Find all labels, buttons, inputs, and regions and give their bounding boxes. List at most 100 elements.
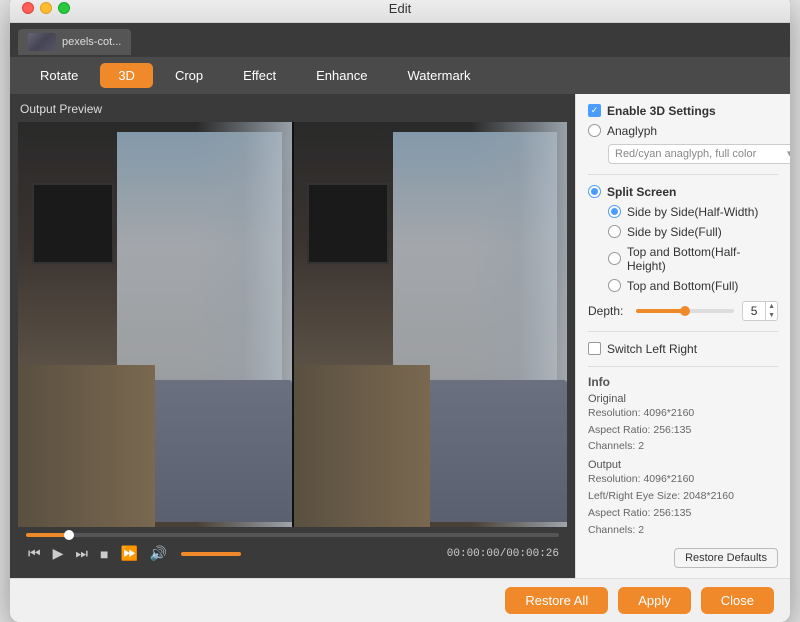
depth-increment[interactable]: ▲ (766, 302, 777, 311)
depth-row: Depth: 5 ▲ ▼ (588, 301, 778, 321)
enable-3d-label: Enable 3D Settings (607, 104, 716, 118)
next-frame-button[interactable]: ⏩ (118, 543, 139, 564)
preview-frame-right (294, 122, 568, 528)
split-screen-label: Split Screen (607, 185, 676, 199)
top-bottom-half-row: Top and Bottom(Half-Height) (608, 245, 778, 273)
title-bar: Edit (10, 0, 790, 23)
video-preview-area (18, 122, 567, 528)
split-screen-preview (18, 122, 567, 528)
depth-spinner: ▲ ▼ (765, 302, 777, 320)
info-section: Info Original Resolution: 4096*2160 Aspe… (588, 366, 778, 539)
enable-3d-checkbox[interactable] (588, 104, 601, 117)
file-tab[interactable]: pexels-cot... (18, 29, 131, 55)
preview-label: Output Preview (18, 102, 567, 116)
depth-value: 5 (743, 302, 765, 320)
main-content: Output Preview (10, 94, 790, 579)
anaglyph-label: Anaglyph (607, 124, 657, 138)
tv-right (307, 183, 389, 264)
side-by-side-half-row: Side by Side(Half-Width) (608, 205, 778, 219)
original-aspect: Aspect Ratio: 256:135 (588, 422, 778, 439)
window-title: Edit (389, 1, 411, 16)
file-tab-label: pexels-cot... (62, 36, 121, 48)
side-by-side-half-label: Side by Side(Half-Width) (627, 205, 758, 219)
volume-icon[interactable]: 🔊 (148, 543, 169, 564)
tv-left (32, 183, 114, 264)
depth-decrement[interactable]: ▼ (766, 311, 777, 320)
settings-panel: Enable 3D Settings Anaglyph Red/cyan ana… (575, 94, 790, 579)
volume-slider[interactable] (181, 552, 241, 556)
output-aspect: Aspect Ratio: 256:135 (588, 505, 778, 522)
bottom-bar: Restore All Apply Close (10, 578, 790, 622)
anaglyph-radio[interactable] (588, 124, 601, 137)
minimize-button[interactable] (40, 2, 52, 14)
side-by-side-half-radio[interactable] (608, 205, 621, 218)
switch-left-right-checkbox[interactable] (588, 342, 601, 355)
skip-back-button[interactable]: ⏮ (26, 543, 43, 564)
side-by-side-full-radio[interactable] (608, 225, 621, 238)
top-bottom-half-label: Top and Bottom(Half-Height) (627, 245, 778, 273)
sofa-left (141, 380, 291, 522)
preview-section: Output Preview (10, 94, 575, 579)
restore-defaults-row: Restore Defaults (588, 548, 778, 568)
tab-enhance[interactable]: Enhance (298, 63, 385, 88)
restore-all-button[interactable]: Restore All (505, 587, 608, 614)
info-title: Info (588, 375, 778, 389)
skip-forward-button[interactable]: ⏭ (73, 543, 90, 564)
depth-value-box: 5 ▲ ▼ (742, 301, 778, 321)
anaglyph-dropdown[interactable]: Red/cyan anaglyph, full color (608, 144, 790, 164)
output-eye-size: Left/Right Eye Size: 2048*2160 (588, 488, 778, 505)
depth-slider[interactable] (636, 309, 734, 313)
depth-slider-thumb (680, 306, 690, 316)
tab-effect[interactable]: Effect (225, 63, 294, 88)
switch-left-right-row: Switch Left Right (588, 342, 778, 356)
divider-1 (588, 174, 778, 175)
top-bottom-half-radio[interactable] (608, 252, 621, 265)
top-bottom-full-radio[interactable] (608, 279, 621, 292)
play-button[interactable]: ▶ (51, 543, 66, 564)
traffic-lights (22, 2, 70, 14)
toolbar: Rotate 3D Crop Effect Enhance Watermark (10, 57, 790, 94)
top-bottom-full-row: Top and Bottom(Full) (608, 279, 778, 293)
enable-3d-row: Enable 3D Settings (588, 104, 778, 118)
tab-crop[interactable]: Crop (157, 63, 221, 88)
switch-left-right-label: Switch Left Right (607, 342, 697, 356)
side-by-side-full-row: Side by Side(Full) (608, 225, 778, 239)
depth-label: Depth: (588, 304, 628, 318)
progress-bar[interactable] (26, 533, 559, 537)
close-button[interactable] (22, 2, 34, 14)
playback-controls: ⏮ ▶ ⏭ ■ ⏩ 🔊 00:00:00/00:00:26 (18, 527, 567, 570)
controls-row: ⏮ ▶ ⏭ ■ ⏩ 🔊 00:00:00/00:00:26 (26, 543, 559, 564)
output-label: Output (588, 459, 778, 471)
output-channels: Channels: 2 (588, 522, 778, 539)
tab-watermark[interactable]: Watermark (389, 63, 488, 88)
anaglyph-dropdown-wrapper: Red/cyan anaglyph, full color ▾ (608, 144, 790, 164)
progress-bar-fill (26, 533, 69, 537)
sofa-right (417, 380, 567, 522)
anaglyph-row: Anaglyph (588, 124, 778, 138)
split-screen-row: Split Screen (588, 185, 778, 199)
maximize-button[interactable] (58, 2, 70, 14)
main-window: Edit pexels-cot... Rotate 3D Crop Effect… (10, 0, 790, 622)
tab-3d[interactable]: 3D (100, 63, 153, 88)
original-channels: Channels: 2 (588, 438, 778, 455)
original-resolution: Resolution: 4096*2160 (588, 405, 778, 422)
apply-button[interactable]: Apply (618, 587, 691, 614)
progress-dot (64, 530, 74, 540)
file-tab-bar: pexels-cot... (10, 23, 790, 57)
room-scene-right (294, 122, 568, 528)
stop-button[interactable]: ■ (98, 544, 110, 564)
split-screen-radio[interactable] (588, 185, 601, 198)
preview-frame-left (18, 122, 292, 528)
tab-rotate[interactable]: Rotate (22, 63, 96, 88)
depth-slider-fill (636, 309, 685, 313)
room-scene-left (18, 122, 292, 528)
output-resolution: Resolution: 4096*2160 (588, 471, 778, 488)
close-button-bottom[interactable]: Close (701, 587, 774, 614)
top-bottom-full-label: Top and Bottom(Full) (627, 279, 738, 293)
time-display: 00:00:00/00:00:26 (447, 548, 559, 560)
restore-defaults-button[interactable]: Restore Defaults (674, 548, 778, 568)
file-tab-thumb-inner (28, 33, 56, 51)
side-by-side-full-label: Side by Side(Full) (627, 225, 722, 239)
divider-2 (588, 331, 778, 332)
file-tab-thumbnail (28, 33, 56, 51)
